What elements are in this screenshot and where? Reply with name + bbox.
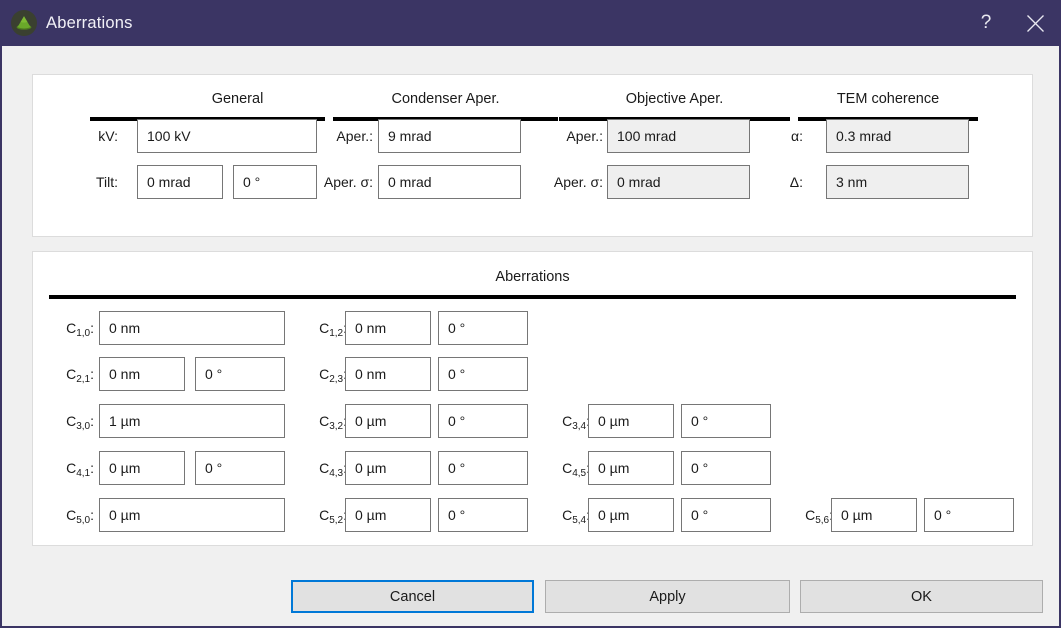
label-kv: kV: bbox=[98, 128, 118, 144]
label-c5-6: C5,6: bbox=[805, 507, 833, 526]
settings-panel: General kV: 100 kV Tilt: 0 mrad 0 ° Cond… bbox=[32, 74, 1033, 237]
label-alpha: α: bbox=[791, 128, 803, 144]
input-delta[interactable]: 3 nm bbox=[826, 165, 969, 199]
cone-icon bbox=[11, 10, 37, 36]
label-c5-0: C5,0: bbox=[66, 507, 94, 526]
close-icon[interactable] bbox=[1009, 0, 1061, 46]
label-c4-1: C4,1: bbox=[66, 460, 94, 479]
input-c4-5-mag[interactable]: 0 µm bbox=[588, 451, 674, 485]
dialog-body: General kV: 100 kV Tilt: 0 mrad 0 ° Cond… bbox=[2, 46, 1059, 626]
input-c5-6-ang[interactable]: 0 ° bbox=[924, 498, 1014, 532]
label-objective-aper-sigma: Aper. σ: bbox=[553, 174, 603, 190]
input-c2-3-ang[interactable]: 0 ° bbox=[438, 357, 528, 391]
input-c4-1-ang[interactable]: 0 ° bbox=[195, 451, 285, 485]
label-delta: Δ: bbox=[789, 174, 803, 190]
input-c5-0-mag[interactable]: 0 µm bbox=[99, 498, 285, 532]
aberrations-dialog: Aberrations ? General kV: 100 kV Tilt: 0… bbox=[0, 0, 1061, 628]
input-c2-1-mag[interactable]: 0 nm bbox=[99, 357, 185, 391]
section-title-aberrations: Aberrations bbox=[495, 269, 570, 285]
apply-button[interactable]: Apply bbox=[545, 580, 790, 613]
input-c1-2-ang[interactable]: 0 ° bbox=[438, 311, 528, 345]
window-controls: ? bbox=[963, 0, 1061, 46]
input-tilt-mag[interactable]: 0 mrad bbox=[137, 165, 223, 199]
input-objective-aper-sigma[interactable]: 0 mrad bbox=[607, 165, 750, 199]
input-c3-2-ang[interactable]: 0 ° bbox=[438, 404, 528, 438]
input-c3-4-mag[interactable]: 0 µm bbox=[588, 404, 674, 438]
label-c3-0: C3,0: bbox=[66, 413, 94, 432]
input-c3-2-mag[interactable]: 0 µm bbox=[345, 404, 431, 438]
section-title-objective-aper: Objective Aper. bbox=[625, 91, 724, 107]
help-button[interactable]: ? bbox=[963, 0, 1009, 46]
label-condenser-aper: Aper.: bbox=[336, 128, 373, 144]
label-c4-3: C4,3: bbox=[319, 460, 347, 479]
section-rule-aberrations bbox=[49, 295, 1016, 299]
title-bar: Aberrations ? bbox=[0, 0, 1061, 46]
label-c4-5: C4,5: bbox=[562, 460, 590, 479]
input-c5-2-ang[interactable]: 0 ° bbox=[438, 498, 528, 532]
section-title-tem-coherence: TEM coherence bbox=[836, 91, 940, 107]
label-c2-3: C2,3: bbox=[319, 366, 347, 385]
label-tilt: Tilt: bbox=[95, 174, 118, 190]
input-c4-5-ang[interactable]: 0 ° bbox=[681, 451, 771, 485]
aberrations-panel: Aberrations C1,0: 0 nm C1,2: 0 nm 0 ° C2… bbox=[32, 251, 1033, 546]
input-kv[interactable]: 100 kV bbox=[137, 119, 317, 153]
input-c5-4-mag[interactable]: 0 µm bbox=[588, 498, 674, 532]
input-c5-6-mag[interactable]: 0 µm bbox=[831, 498, 917, 532]
input-c2-3-mag[interactable]: 0 nm bbox=[345, 357, 431, 391]
input-c1-0-mag[interactable]: 0 nm bbox=[99, 311, 285, 345]
label-c5-2: C5,2: bbox=[319, 507, 347, 526]
input-c4-3-ang[interactable]: 0 ° bbox=[438, 451, 528, 485]
input-condenser-aper-sigma[interactable]: 0 mrad bbox=[378, 165, 521, 199]
label-condenser-aper-sigma: Aper. σ: bbox=[323, 174, 373, 190]
section-title-condenser-aper: Condenser Aper. bbox=[391, 91, 500, 107]
label-c5-4: C5,4: bbox=[562, 507, 590, 526]
input-condenser-aper[interactable]: 9 mrad bbox=[378, 119, 521, 153]
label-c3-2: C3,2: bbox=[319, 413, 347, 432]
cancel-button[interactable]: Cancel bbox=[291, 580, 534, 613]
label-c1-0: C1,0: bbox=[66, 320, 94, 339]
input-c4-1-mag[interactable]: 0 µm bbox=[99, 451, 185, 485]
window-title: Aberrations bbox=[46, 13, 133, 32]
input-c3-4-ang[interactable]: 0 ° bbox=[681, 404, 771, 438]
label-c3-4: C3,4: bbox=[562, 413, 590, 432]
dialog-button-row: Cancel Apply OK bbox=[2, 569, 1059, 626]
input-objective-aper[interactable]: 100 mrad bbox=[607, 119, 750, 153]
label-objective-aper: Aper.: bbox=[566, 128, 603, 144]
input-c3-0-mag[interactable]: 1 µm bbox=[99, 404, 285, 438]
label-c1-2: C1,2: bbox=[319, 320, 347, 339]
input-alpha[interactable]: 0.3 mrad bbox=[826, 119, 969, 153]
input-c5-4-ang[interactable]: 0 ° bbox=[681, 498, 771, 532]
input-c5-2-mag[interactable]: 0 µm bbox=[345, 498, 431, 532]
ok-button[interactable]: OK bbox=[800, 580, 1043, 613]
input-c2-1-ang[interactable]: 0 ° bbox=[195, 357, 285, 391]
input-c4-3-mag[interactable]: 0 µm bbox=[345, 451, 431, 485]
input-c1-2-mag[interactable]: 0 nm bbox=[345, 311, 431, 345]
label-c2-1: C2,1: bbox=[66, 366, 94, 385]
